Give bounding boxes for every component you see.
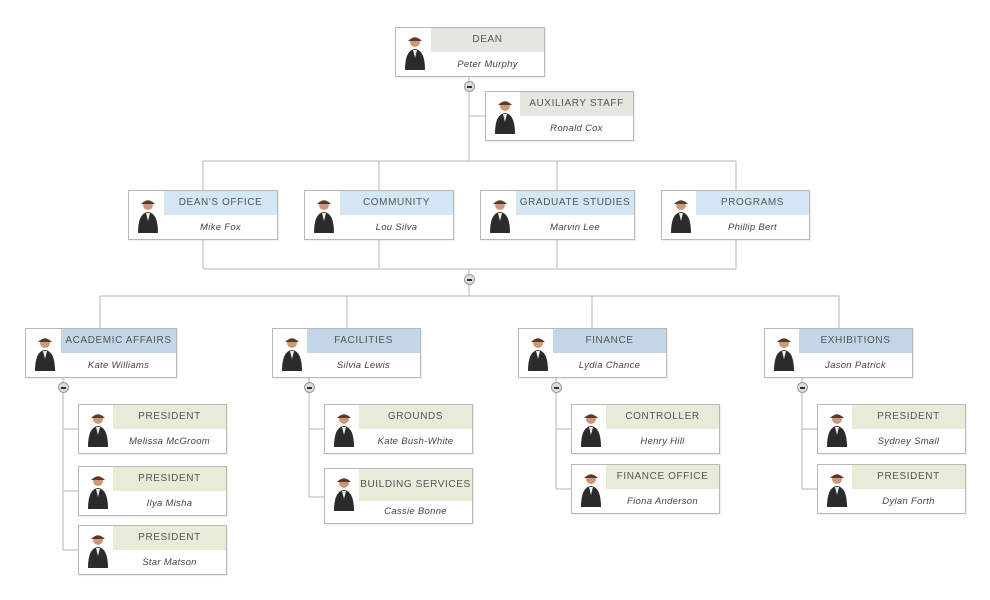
person-photo-icon <box>83 409 113 449</box>
org-node-aa1[interactable]: PRESIDENT Melissa McGroom <box>78 404 227 454</box>
node-person-name: Phillip Bert <box>727 221 777 233</box>
node-person-name: Lou Silva <box>375 221 418 233</box>
person-photo-icon <box>83 471 113 511</box>
org-node-ex1[interactable]: PRESIDENT Sydney Small <box>817 404 966 454</box>
node-title: DEAN'S OFFICE <box>164 191 277 215</box>
node-person-name: Marvin Lee <box>550 221 600 233</box>
person-photo-icon <box>30 333 60 373</box>
node-title: ACADEMIC AFFAIRS <box>61 329 176 353</box>
org-node-programs[interactable]: PROGRAMS Phillip Bert <box>661 190 810 240</box>
node-title: PRESIDENT <box>852 465 965 489</box>
org-node-fa2[interactable]: BUILDING SERVICES Cassie Bonne <box>324 468 473 524</box>
node-person-name: Ronald Cox <box>550 122 603 134</box>
org-node-auxiliary[interactable]: AUXILIARY STAFF Ronald Cox <box>485 91 634 141</box>
person-photo-icon <box>822 409 852 449</box>
org-node-aa2[interactable]: PRESIDENT Ilya Misha <box>78 466 227 516</box>
org-node-exhibitions[interactable]: EXHIBITIONS Jason Patrick <box>764 328 913 378</box>
person-photo-icon <box>490 96 520 136</box>
node-person-name: Melissa McGroom <box>128 435 211 447</box>
node-title: EXHIBITIONS <box>799 329 912 353</box>
node-title: FINANCE OFFICE <box>606 465 719 489</box>
node-person-name: Silvia Lewis <box>336 359 391 371</box>
person-photo-icon <box>666 195 696 235</box>
node-title: COMMUNITY <box>340 191 453 215</box>
node-title: CONTROLLER <box>606 405 719 429</box>
org-node-fi2[interactable]: FINANCE OFFICE Fiona Anderson <box>571 464 720 514</box>
person-photo-icon <box>576 469 606 509</box>
person-photo-icon <box>769 333 799 373</box>
person-photo-icon <box>822 469 852 509</box>
node-title: BUILDING SERVICES <box>359 469 472 501</box>
org-node-deans-office[interactable]: DEAN'S OFFICE Mike Fox <box>128 190 278 240</box>
node-person-name: Lydia Chance <box>578 359 641 371</box>
org-node-fi1[interactable]: CONTROLLER Henry Hill <box>571 404 720 454</box>
node-title: GROUNDS <box>359 405 472 429</box>
org-node-ex2[interactable]: PRESIDENT Dylan Forth <box>817 464 966 514</box>
node-person-name: Fiona Anderson <box>627 495 698 507</box>
org-node-community[interactable]: COMMUNITY Lou Silva <box>304 190 454 240</box>
org-node-facilities[interactable]: FACILITIES Silvia Lewis <box>272 328 421 378</box>
node-title: PROGRAMS <box>696 191 809 215</box>
node-title: FACILITIES <box>307 329 420 353</box>
node-title: AUXILIARY STAFF <box>520 92 633 116</box>
node-person-name: Peter Murphy <box>457 58 518 70</box>
node-person-name: Cassie Bonne <box>384 505 447 517</box>
node-title: PRESIDENT <box>852 405 965 429</box>
org-node-graduate[interactable]: GRADUATE STUDIES Marvin Lee <box>480 190 635 240</box>
org-node-dean[interactable]: DEAN Peter Murphy <box>395 27 545 77</box>
person-photo-icon <box>485 195 515 235</box>
node-person-name: Star Matson <box>142 556 197 568</box>
person-photo-icon <box>329 473 359 519</box>
person-photo-icon <box>329 409 359 449</box>
node-person-name: Henry Hill <box>640 435 685 447</box>
org-node-finance[interactable]: FINANCE Lydia Chance <box>518 328 667 378</box>
node-title: PRESIDENT <box>113 405 226 429</box>
node-person-name: Sydney Small <box>877 435 940 447</box>
node-title: GRADUATE STUDIES <box>516 191 634 215</box>
collapse-toggle-academic[interactable] <box>58 382 69 393</box>
org-node-academic[interactable]: ACADEMIC AFFAIRS Kate Williams <box>25 328 177 378</box>
node-person-name: Dylan Forth <box>882 495 935 507</box>
collapse-toggle-dean[interactable] <box>464 81 475 92</box>
person-photo-icon <box>277 333 307 373</box>
node-person-name: Kate Williams <box>87 359 150 371</box>
node-person-name: Mike Fox <box>200 221 241 233</box>
node-title: FINANCE <box>553 329 666 353</box>
person-photo-icon <box>400 32 430 72</box>
person-photo-icon <box>523 333 553 373</box>
org-node-fa1[interactable]: GROUNDS Kate Bush-White <box>324 404 473 454</box>
node-title: PRESIDENT <box>113 467 226 491</box>
collapse-toggle-finance[interactable] <box>551 382 562 393</box>
person-photo-icon <box>83 530 113 570</box>
person-photo-icon <box>576 409 606 449</box>
node-person-name: Ilya Misha <box>146 497 193 509</box>
person-photo-icon <box>309 195 339 235</box>
node-title: PRESIDENT <box>113 526 226 550</box>
collapse-toggle-level2[interactable] <box>464 274 475 285</box>
node-person-name: Jason Patrick <box>825 359 886 371</box>
collapse-toggle-exhibitions[interactable] <box>797 382 808 393</box>
person-photo-icon <box>133 195 163 235</box>
node-title: DEAN <box>431 28 544 52</box>
node-person-name: Kate Bush-White <box>377 435 454 447</box>
collapse-toggle-facilities[interactable] <box>304 382 315 393</box>
org-node-aa3[interactable]: PRESIDENT Star Matson <box>78 525 227 575</box>
